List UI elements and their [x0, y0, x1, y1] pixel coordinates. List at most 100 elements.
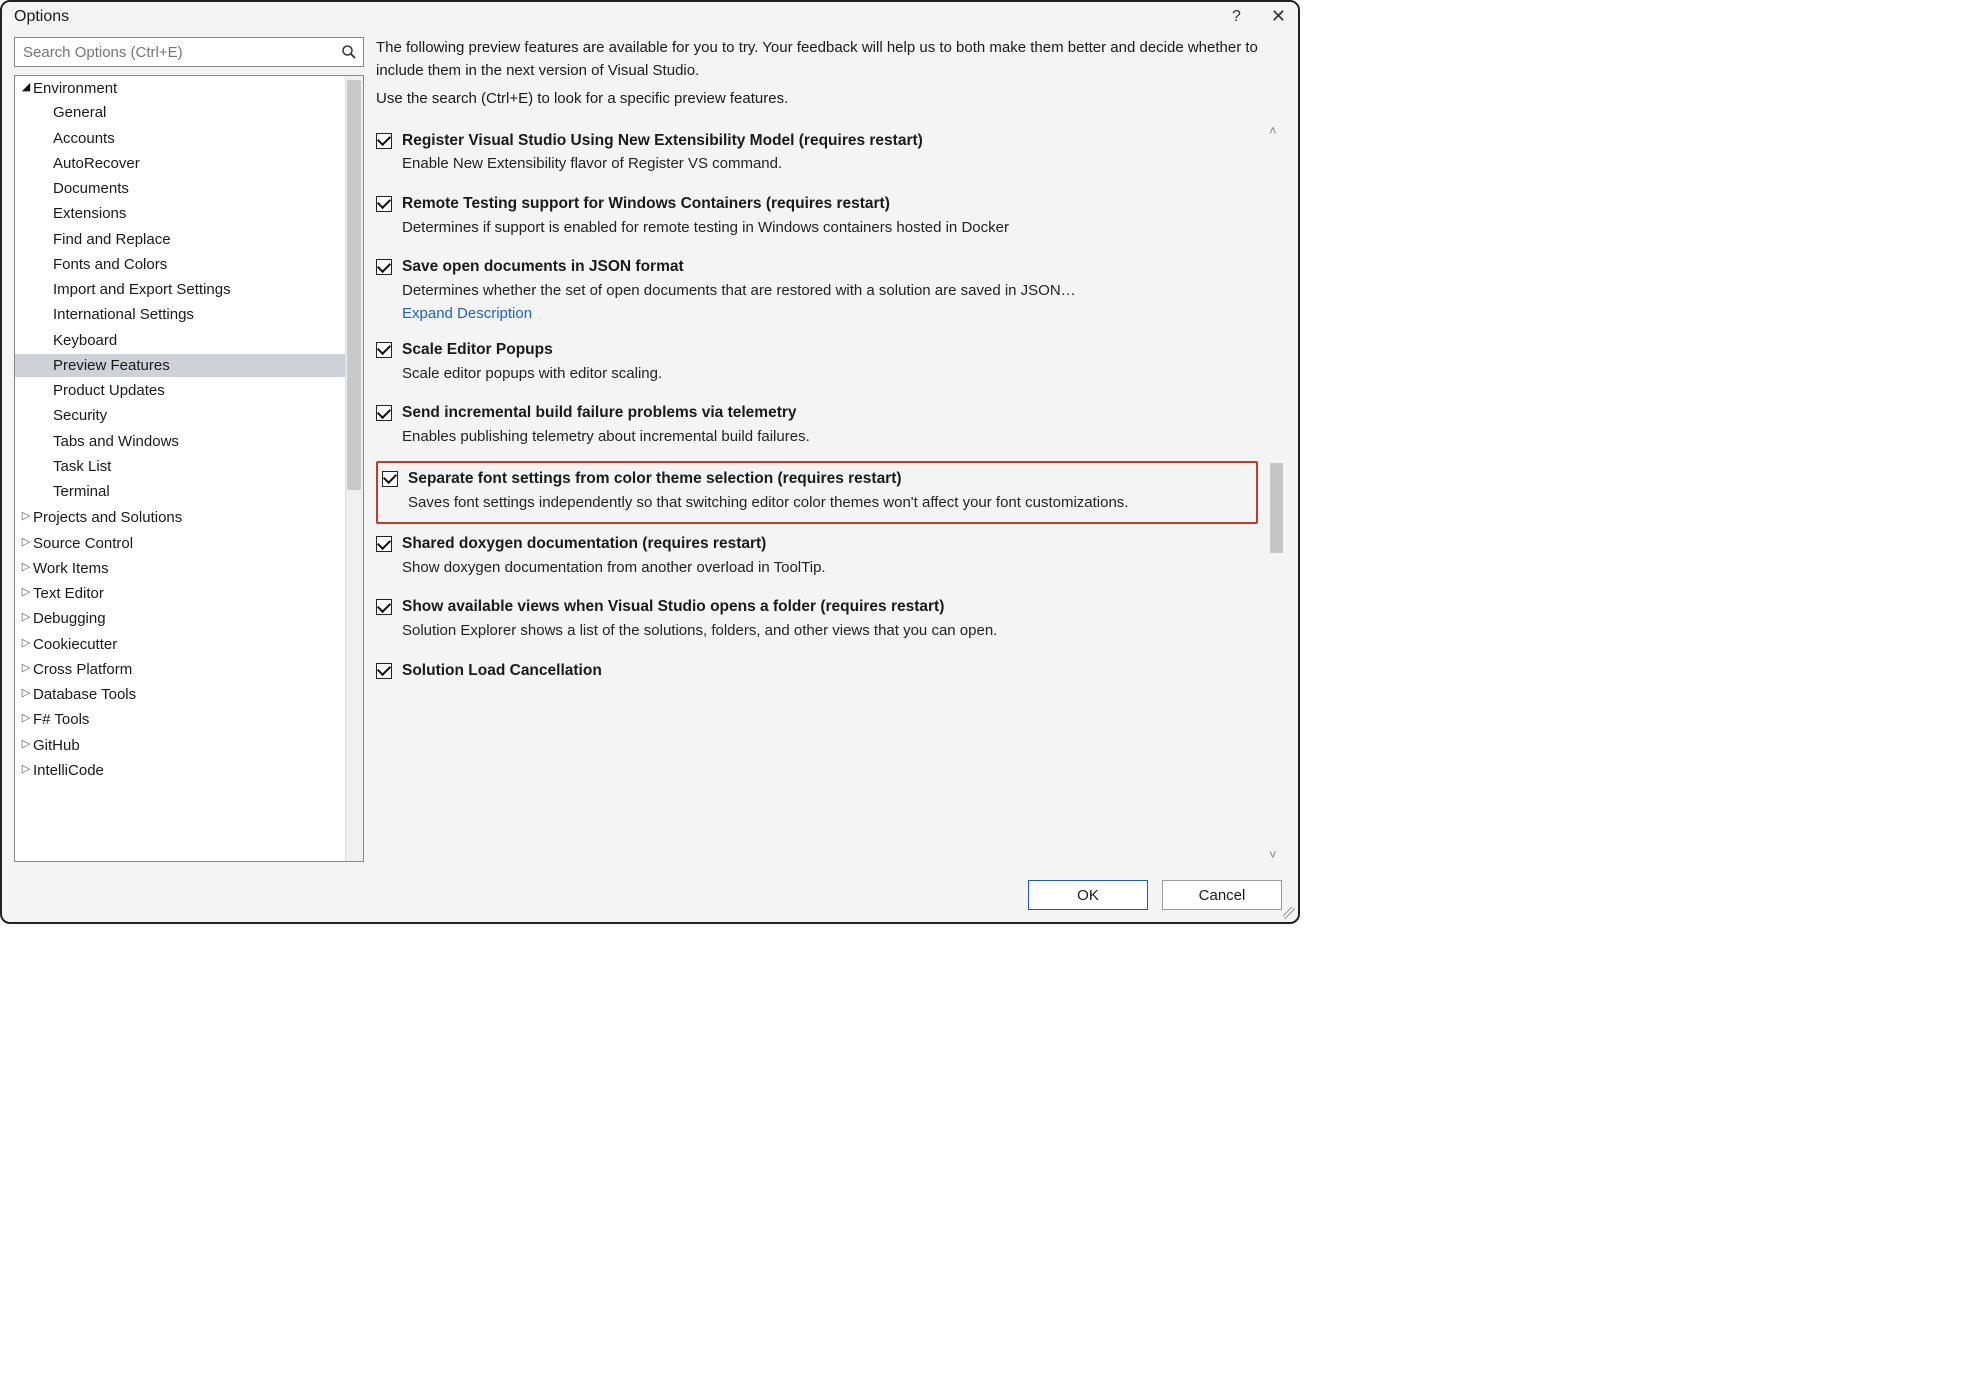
tree-node-extensions[interactable]: Extensions: [15, 202, 363, 225]
tree-label: Terminal: [53, 480, 110, 503]
feature-title: Register Visual Studio Using New Extensi…: [402, 131, 1258, 152]
feature-title: Separate font settings from color theme …: [408, 469, 1250, 490]
help-icon[interactable]: ?: [1232, 8, 1241, 26]
feature-checkbox[interactable]: [376, 342, 392, 358]
options-dialog: Options ? ✕ ◢EnvironmentGen: [0, 0, 1300, 924]
tree-node-security[interactable]: Security: [15, 404, 363, 427]
tree-node-environment[interactable]: ◢Environment: [15, 77, 363, 100]
tree-node-debugging[interactable]: ▷Debugging: [15, 607, 363, 630]
tree-label: Import and Export Settings: [53, 278, 231, 301]
tree-node-terminal[interactable]: Terminal: [15, 480, 363, 503]
tree-node-find-and-replace[interactable]: Find and Replace: [15, 228, 363, 251]
tree-label: Find and Replace: [53, 228, 171, 251]
tree-label: IntelliCode: [33, 759, 104, 782]
tree-label: Database Tools: [33, 683, 136, 706]
search-input[interactable]: [21, 43, 341, 62]
feature-font-separate: Separate font settings from color theme …: [376, 461, 1258, 524]
features-scrollbar[interactable]: ˄ ˅: [1266, 123, 1286, 863]
tree-label: Product Updates: [53, 379, 165, 402]
tree-label: AutoRecover: [53, 152, 140, 175]
feature-save-json: Save open documents in JSON formatDeterm…: [376, 249, 1258, 331]
tree-node-cross-platform[interactable]: ▷Cross Platform: [15, 658, 363, 681]
feature-description: Determines if support is enabled for rem…: [402, 217, 1258, 240]
expand-description-link[interactable]: Expand Description: [402, 305, 532, 322]
feature-title: Save open documents in JSON format: [402, 257, 1258, 278]
tree-node-import-and-export-settings[interactable]: Import and Export Settings: [15, 278, 363, 301]
feature-description: Solution Explorer shows a list of the so…: [402, 620, 1258, 643]
scroll-down-icon[interactable]: ˅: [1269, 847, 1277, 862]
cancel-button[interactable]: Cancel: [1162, 880, 1282, 910]
ok-button[interactable]: OK: [1028, 880, 1148, 910]
chevron-right-icon: ▷: [19, 660, 33, 677]
tree-label: Task List: [53, 455, 111, 478]
tree-label: F# Tools: [33, 708, 89, 731]
feature-title: Scale Editor Popups: [402, 340, 1258, 361]
feature-description: Enables publishing telemetry about incre…: [402, 426, 1258, 449]
tree-node-product-updates[interactable]: Product Updates: [15, 379, 363, 402]
tree-label: Source Control: [33, 532, 133, 555]
chevron-right-icon: ▷: [19, 559, 33, 576]
chevron-right-icon: ▷: [19, 635, 33, 652]
tree-label: Work Items: [33, 557, 109, 580]
tree-label: Keyboard: [53, 329, 117, 352]
tree-label: International Settings: [53, 303, 194, 326]
tree-node-f-tools[interactable]: ▷F# Tools: [15, 708, 363, 731]
tree-node-github[interactable]: ▷GitHub: [15, 734, 363, 757]
feature-checkbox[interactable]: [376, 196, 392, 212]
tree-node-tabs-and-windows[interactable]: Tabs and Windows: [15, 430, 363, 453]
feature-remote-testing: Remote Testing support for Windows Conta…: [376, 186, 1258, 249]
resize-grip-icon[interactable]: [1283, 907, 1295, 919]
chevron-right-icon: ▷: [19, 685, 33, 702]
feature-description: Enable New Extensibility flavor of Regis…: [402, 153, 1258, 176]
feature-checkbox[interactable]: [376, 536, 392, 552]
tree-node-fonts-and-colors[interactable]: Fonts and Colors: [15, 253, 363, 276]
tree-node-task-list[interactable]: Task List: [15, 455, 363, 478]
tree-label: GitHub: [33, 734, 80, 757]
tree-node-source-control[interactable]: ▷Source Control: [15, 532, 363, 555]
feature-checkbox[interactable]: [376, 133, 392, 149]
feature-description: Saves font settings independently so tha…: [408, 492, 1250, 515]
tree-node-work-items[interactable]: ▷Work Items: [15, 557, 363, 580]
feature-description: Determines whether the set of open docum…: [402, 280, 1258, 303]
feature-description: Scale editor popups with editor scaling.: [402, 363, 1258, 386]
dialog-footer: OK Cancel: [14, 862, 1286, 914]
tree-node-international-settings[interactable]: International Settings: [15, 303, 363, 326]
tree-label: Security: [53, 404, 107, 427]
tree-scroll-thumb[interactable]: [347, 80, 361, 490]
features-scroll-thumb[interactable]: [1270, 463, 1283, 553]
feature-checkbox[interactable]: [376, 663, 392, 679]
tree-scrollbar[interactable]: [345, 76, 363, 861]
chevron-right-icon: ▷: [19, 710, 33, 727]
intro-line-1: The following preview features are avail…: [376, 37, 1262, 82]
tree-node-general[interactable]: General: [15, 101, 363, 124]
tree-node-keyboard[interactable]: Keyboard: [15, 329, 363, 352]
tree-node-text-editor[interactable]: ▷Text Editor: [15, 582, 363, 605]
chevron-right-icon: ▷: [19, 508, 33, 525]
tree-node-documents[interactable]: Documents: [15, 177, 363, 200]
tree-label: Environment: [33, 77, 117, 100]
close-icon[interactable]: ✕: [1271, 6, 1286, 27]
tree-node-intellicode[interactable]: ▷IntelliCode: [15, 759, 363, 782]
feature-title: Shared doxygen documentation (requires r…: [402, 534, 1258, 555]
feature-checkbox[interactable]: [376, 599, 392, 615]
feature-checkbox[interactable]: [376, 405, 392, 421]
feature-checkbox[interactable]: [382, 471, 398, 487]
tree-label: Extensions: [53, 202, 126, 225]
feature-checkbox[interactable]: [376, 259, 392, 275]
feature-telemetry: Send incremental build failure problems …: [376, 395, 1258, 458]
tree-node-cookiecutter[interactable]: ▷Cookiecutter: [15, 633, 363, 656]
tree-node-preview-features[interactable]: Preview Features: [15, 354, 363, 377]
feature-folder-views: Show available views when Visual Studio …: [376, 589, 1258, 652]
tree-node-database-tools[interactable]: ▷Database Tools: [15, 683, 363, 706]
tree-node-autorecover[interactable]: AutoRecover: [15, 152, 363, 175]
tree-label: Debugging: [33, 607, 106, 630]
tree-node-accounts[interactable]: Accounts: [15, 127, 363, 150]
search-box[interactable]: [14, 37, 364, 67]
search-icon: [341, 44, 357, 60]
tree-label: Tabs and Windows: [53, 430, 179, 453]
tree-node-projects-and-solutions[interactable]: ▷Projects and Solutions: [15, 506, 363, 529]
feature-description: Show doxygen documentation from another …: [402, 557, 1258, 580]
scroll-up-icon[interactable]: ˄: [1269, 123, 1277, 138]
window-title: Options: [14, 8, 69, 26]
chevron-right-icon: ▷: [19, 534, 33, 551]
